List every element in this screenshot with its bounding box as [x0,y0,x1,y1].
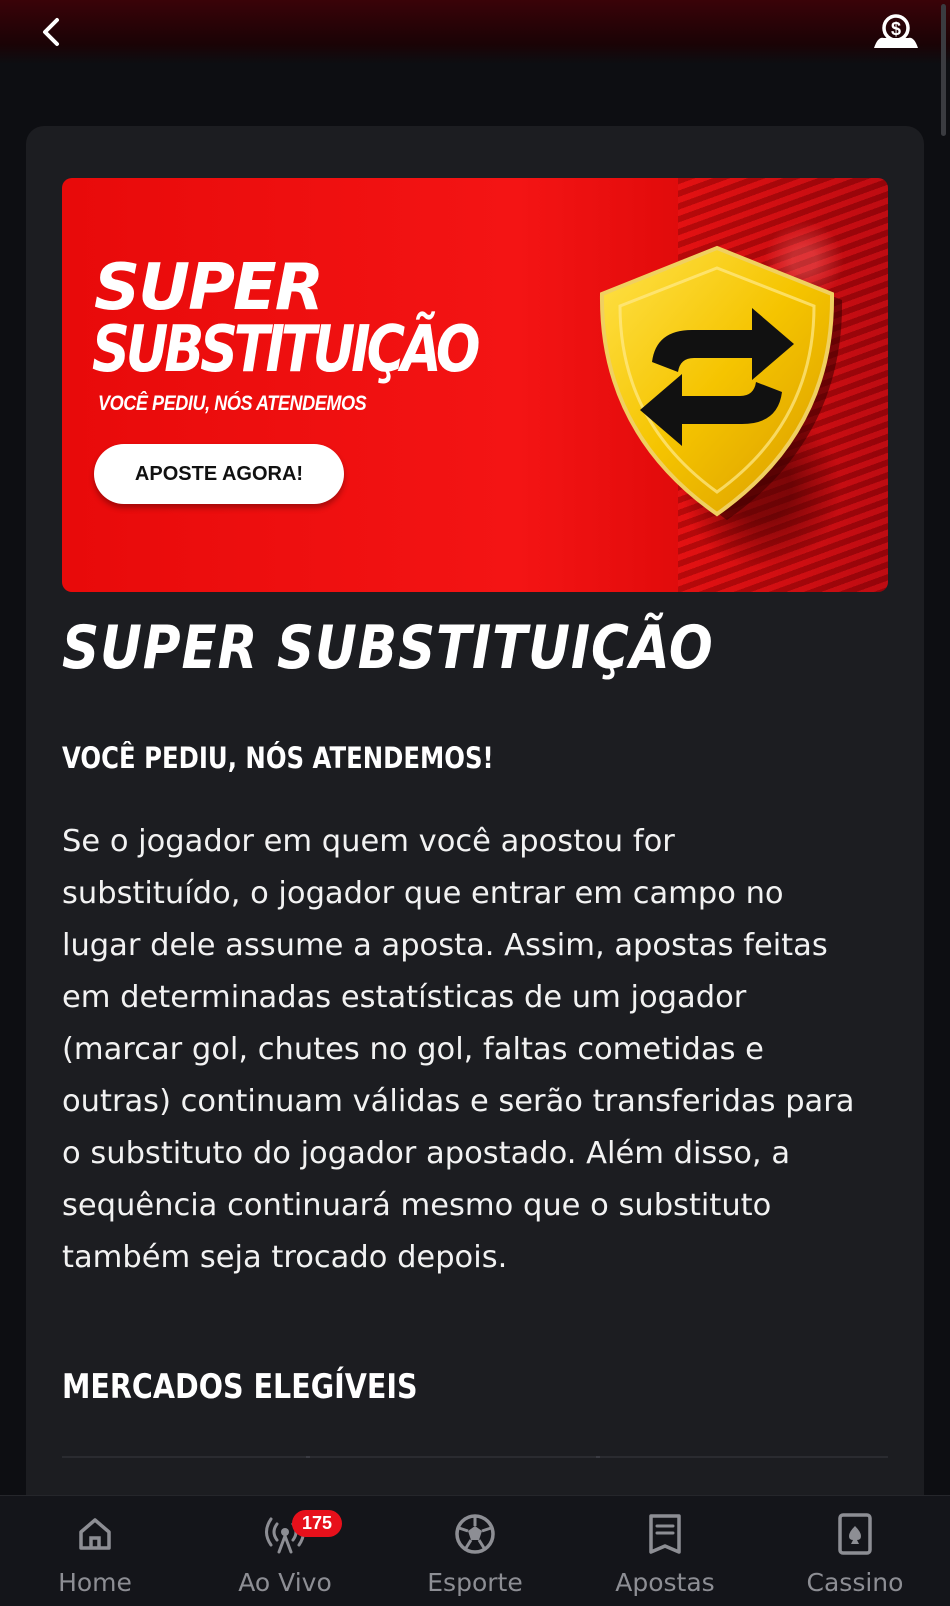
banner-title-line2: SUBSTITUIÇÃO [92,313,480,387]
nav-item-casino[interactable]: Cassino [790,1512,920,1597]
promotion-card: SUPER SUBSTITUIÇÃO VOCÊ PEDIU, NÓS ATEND… [26,126,924,1526]
banner-tagline: VOCÊ PEDIU, NÓS ATENDEMOS [98,392,367,415]
nav-label-sports: Esporte [427,1568,523,1597]
scrollbar[interactable] [941,4,946,136]
description-paragraph: Se o jogador em quem você apostou for su… [62,824,855,1275]
top-bar: $ [0,0,950,64]
wallet-button[interactable]: $ [870,12,922,52]
home-icon [79,1518,111,1550]
promo-banner[interactable]: SUPER SUBSTITUIÇÃO VOCÊ PEDIU, NÓS ATEND… [62,178,888,592]
bet-now-button[interactable]: APOSTE AGORA! [94,444,344,504]
nav-item-home[interactable]: Home [30,1512,160,1597]
chevron-left-icon [43,18,59,46]
nav-label-home: Home [58,1568,132,1597]
dollar-hand-icon: $ [874,14,918,48]
page-subtitle: VOCÊ PEDIU, NÓS ATENDEMOS! [62,741,494,775]
banner-title-line1: SUPER [94,251,324,325]
nav-item-bets[interactable]: Apostas [600,1512,730,1597]
markets-heading: MERCADOS ELEGÍVEIS [62,1367,418,1407]
soccer-ball-icon [455,1514,495,1554]
nav-item-live[interactable]: 175 Ao Vivo [220,1510,350,1597]
nav-label-casino: Cassino [806,1568,904,1597]
live-count-badge: 175 [292,1510,343,1537]
svg-text:$: $ [891,19,901,39]
markets-table [62,1456,888,1458]
bet-slip-icon [649,1514,681,1554]
nav-label-live: Ao Vivo [238,1568,332,1597]
shield-swap-icon [599,245,843,520]
nav-item-sports[interactable]: Esporte [410,1512,540,1597]
bottom-navigation: Home 175 Ao Vivo Esporte Apostas Cassino [0,1495,950,1606]
page-title: SUPER SUBSTITUIÇÃO [62,613,714,683]
nav-label-bets: Apostas [615,1568,715,1597]
back-button[interactable] [34,14,70,50]
playing-card-icon [838,1513,872,1555]
